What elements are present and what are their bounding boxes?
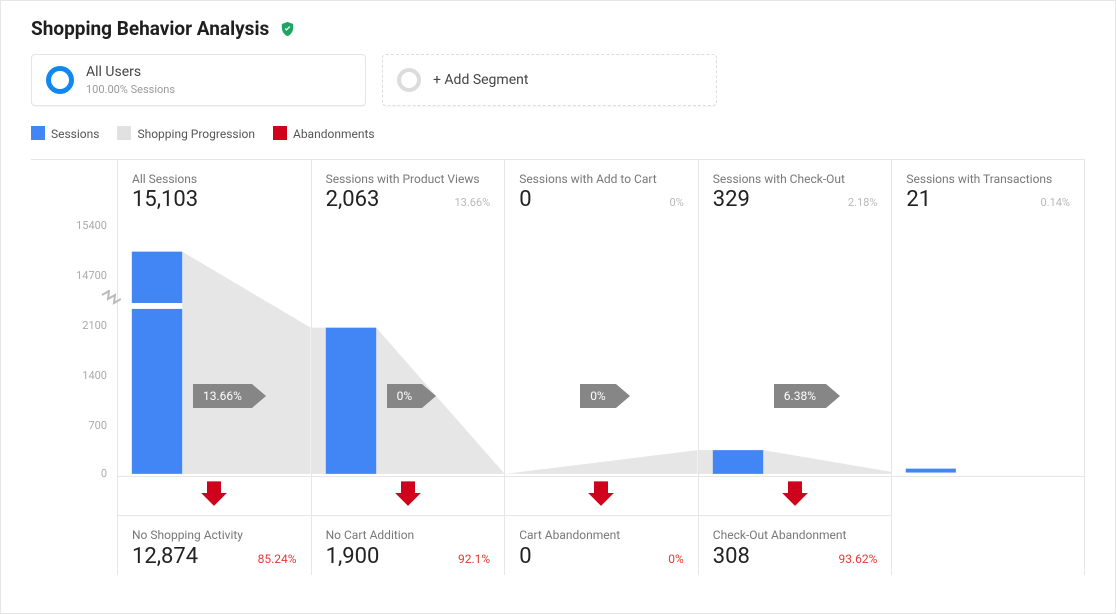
abandon-value: 12,874 (132, 544, 198, 569)
abandon-label: Cart Abandonment (519, 528, 684, 542)
abandon-arrow-icon (394, 479, 422, 507)
stage-value: 329 (713, 188, 750, 212)
abandon-pct: 0% (668, 552, 684, 566)
stage-label: Sessions with Transactions (906, 172, 1070, 186)
abandon-label: Check-Out Abandonment (713, 528, 878, 542)
stage-pct: 0.14% (1040, 196, 1070, 209)
legend-progression: Shopping Progression (117, 126, 255, 141)
stage-add-to-cart[interactable]: Sessions with Add to Cart 0 0% 0% Cart A… (504, 160, 698, 575)
stage-value: 21 (906, 188, 931, 212)
legend-sessions: Sessions (31, 126, 99, 141)
abandon-arrow-icon (587, 479, 615, 507)
verified-shield-icon (279, 19, 296, 39)
stage-label: All Sessions (132, 172, 297, 186)
y-tick: 2100 (82, 320, 107, 331)
progression-chip: 0% (580, 384, 630, 408)
y-tick: 0 (101, 468, 107, 479)
abandon-pct: 92.1% (458, 552, 490, 566)
abandon-value: 308 (713, 544, 750, 569)
stage-label: Sessions with Check-Out (713, 172, 878, 186)
stage-value: 0 (519, 188, 531, 212)
stage-label: Sessions with Product Views (326, 172, 491, 186)
progression-chip: 13.66% (193, 384, 266, 408)
stage-pct: 0% (670, 196, 684, 209)
segment-ring-icon (46, 66, 74, 94)
abandon-arrow-icon (781, 479, 809, 507)
funnel-area: 15400 14700 2100 1400 700 0 All Sessions… (31, 159, 1085, 575)
add-segment-label: + Add Segment (433, 72, 528, 88)
chart-legend: Sessions Shopping Progression Abandonmen… (31, 126, 1085, 141)
abandon-label: No Shopping Activity (132, 528, 297, 542)
stage-label: Sessions with Add to Cart (519, 172, 684, 186)
stage-value: 2,063 (326, 188, 380, 212)
progression-chip: 0% (387, 384, 437, 408)
stage-product-views[interactable]: Sessions with Product Views 2,063 13.66%… (311, 160, 505, 575)
abandon-pct: 85.24% (258, 552, 297, 566)
y-tick: 1400 (82, 370, 107, 381)
swatch-blue-icon (31, 126, 45, 140)
abandon-arrow-icon (200, 479, 228, 507)
progression-chip: 6.38% (774, 384, 840, 408)
stage-transactions[interactable]: Sessions with Transactions 21 0.14% . (891, 160, 1085, 575)
y-tick: 700 (88, 420, 107, 431)
add-segment-button[interactable]: + Add Segment (382, 54, 717, 106)
abandon-value: 0 (519, 544, 531, 569)
y-tick: 14700 (76, 270, 107, 281)
abandon-label: No Cart Addition (326, 528, 491, 542)
stage-pct: 2.18% (848, 196, 878, 209)
stage-value: 15,103 (132, 188, 198, 212)
segment-all-users[interactable]: All Users 100.00% Sessions (31, 54, 366, 106)
y-tick: 15400 (76, 220, 107, 231)
stage-pct: 13.66% (455, 196, 491, 209)
legend-abandon: Abandonments (273, 126, 375, 141)
circle-icon (397, 68, 421, 92)
swatch-red-icon (273, 126, 287, 140)
abandon-value: 1,900 (326, 544, 380, 569)
segment-name: All Users (86, 64, 175, 81)
swatch-grey-icon (117, 126, 131, 140)
shopping-behavior-panel: Shopping Behavior Analysis All Users 100… (0, 0, 1116, 614)
stage-check-out[interactable]: Sessions with Check-Out 329 2.18% 6.38% … (698, 160, 892, 575)
page-title: Shopping Behavior Analysis (31, 17, 269, 40)
abandon-pct: 93.62% (838, 552, 877, 566)
stage-all-sessions[interactable]: All Sessions 15,103 13.66% (117, 160, 311, 575)
segment-sub: 100.00% Sessions (86, 83, 175, 96)
y-axis: 15400 14700 2100 1400 700 0 (31, 160, 117, 575)
